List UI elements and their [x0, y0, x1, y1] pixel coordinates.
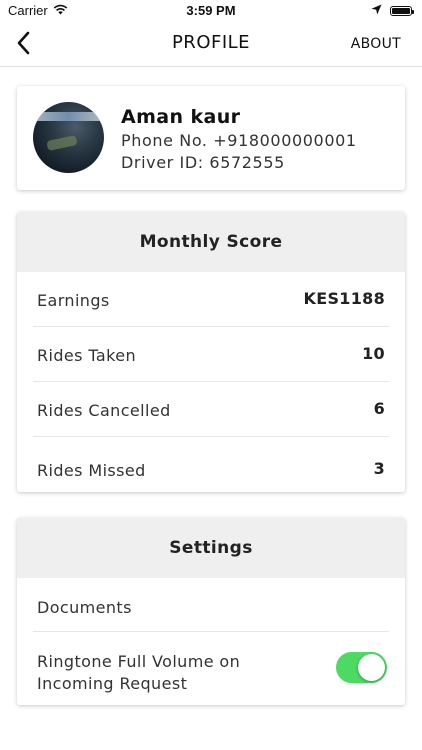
- profile-name: Aman kaur: [121, 106, 241, 128]
- score-row-label: Earnings: [37, 291, 110, 310]
- avatar-spot: [46, 134, 78, 152]
- location-arrow-icon: [371, 3, 382, 18]
- status-right: [371, 3, 414, 18]
- score-row-label: Rides Missed: [37, 461, 146, 480]
- nav-bar: PROFILE ABOUT: [0, 22, 422, 67]
- documents-row[interactable]: Documents: [33, 578, 389, 632]
- settings-title: Settings: [17, 518, 405, 578]
- status-time: 3:59 PM: [186, 3, 236, 18]
- status-bar: Carrier 3:59 PM: [0, 0, 422, 22]
- score-row-value: KES1188: [303, 289, 385, 308]
- monthly-score-card: Monthly Score Earnings KES1188 Rides Tak…: [17, 212, 405, 492]
- score-row-earnings: Earnings KES1188: [33, 272, 389, 327]
- score-row-value: 3: [373, 459, 385, 478]
- ringtone-toggle[interactable]: [336, 652, 387, 683]
- settings-card: Settings Documents Ringtone Full Volume …: [17, 518, 405, 705]
- toggle-knob: [358, 654, 385, 681]
- score-row-value: 6: [373, 399, 385, 418]
- about-button[interactable]: ABOUT: [351, 36, 401, 52]
- battery-icon: [390, 5, 414, 16]
- profile-driver-id: Driver ID: 6572555: [121, 153, 285, 172]
- ringtone-row: Ringtone Full Volume on Incoming Request: [33, 632, 389, 704]
- score-row-label: Rides Taken: [37, 346, 136, 365]
- score-row-value: 10: [362, 344, 385, 363]
- avatar: [33, 102, 104, 173]
- score-row-rides-missed: Rides Missed 3: [33, 437, 389, 492]
- score-row-rides-cancelled: Rides Cancelled 6: [33, 382, 389, 437]
- profile-card: Aman kaur Phone No. +918000000001 Driver…: [17, 86, 405, 190]
- documents-label: Documents: [37, 598, 132, 617]
- score-row-label: Rides Cancelled: [37, 401, 171, 420]
- profile-phone: Phone No. +918000000001: [121, 131, 357, 150]
- ringtone-label: Ringtone Full Volume on Incoming Request: [37, 652, 241, 693]
- monthly-score-title: Monthly Score: [17, 212, 405, 272]
- profile-screen: Carrier 3:59 PM PROFILE ABOUT Aman kaur …: [0, 0, 422, 750]
- score-row-rides-taken: Rides Taken 10: [33, 327, 389, 382]
- avatar-band: [33, 112, 104, 121]
